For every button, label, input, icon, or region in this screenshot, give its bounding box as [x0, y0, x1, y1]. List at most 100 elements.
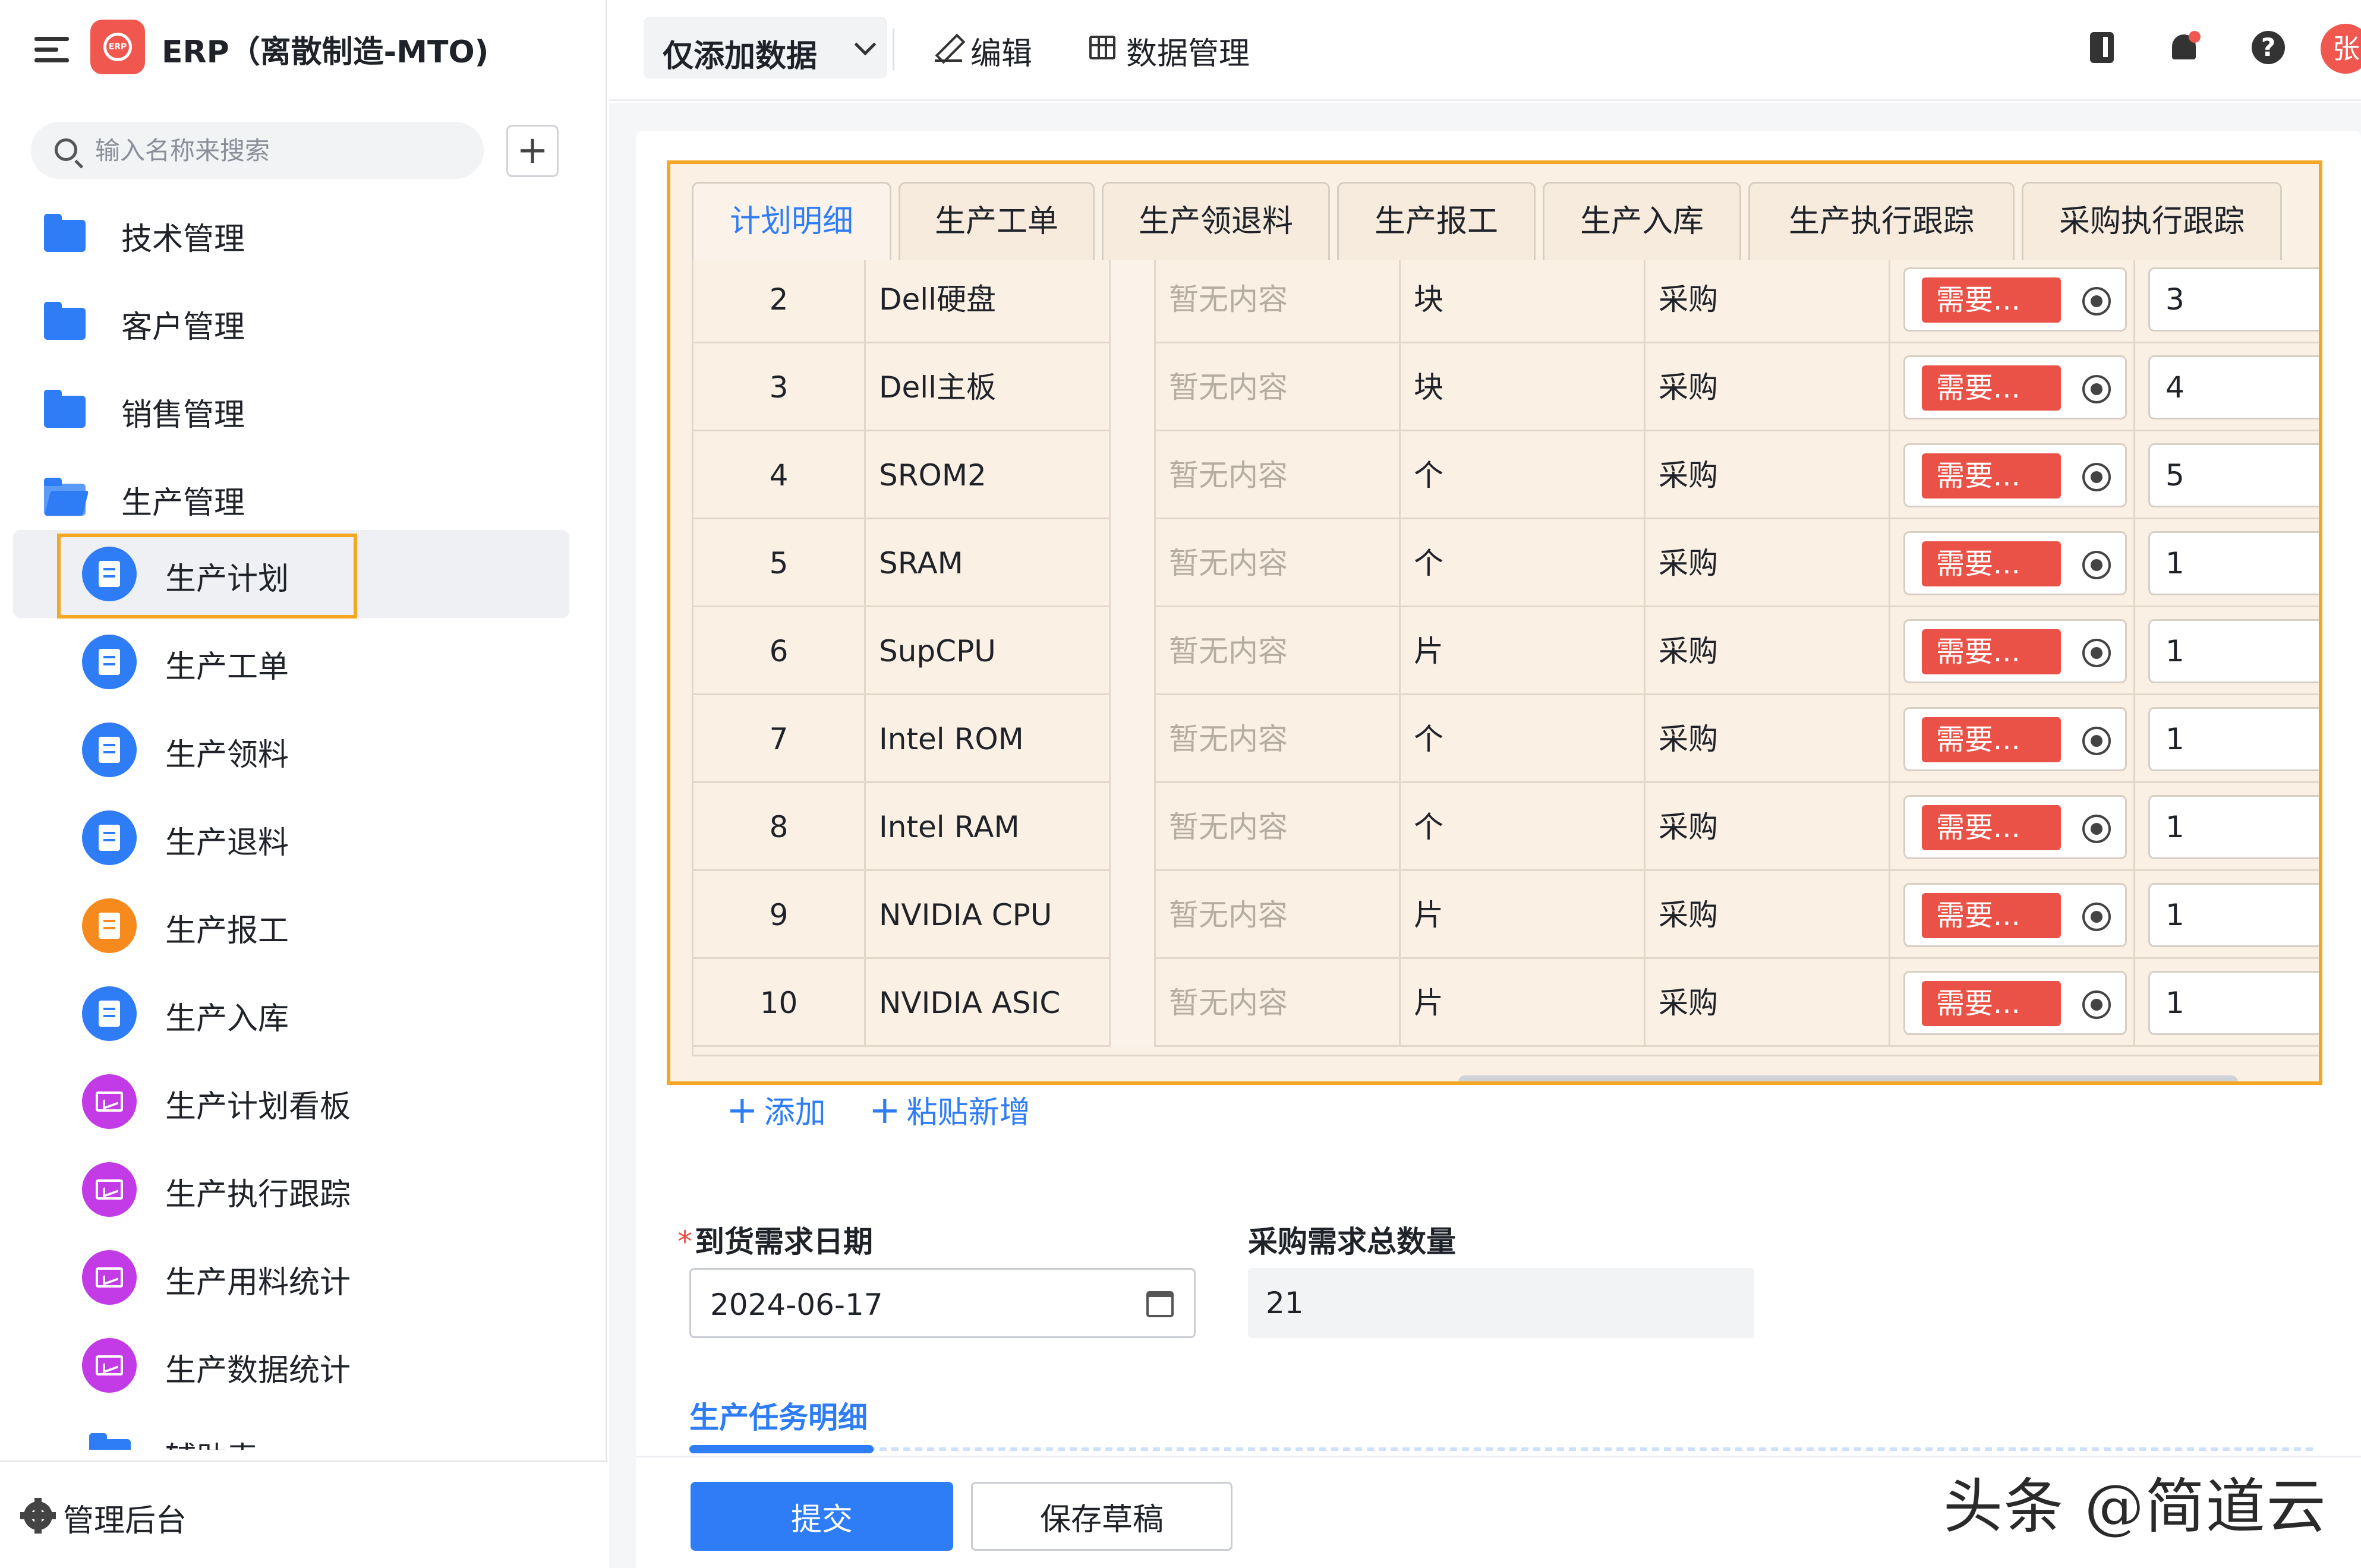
tab-plan-details[interactable]: 计划明细 [692, 182, 891, 260]
sidebar-item-execution-tracking[interactable]: 生产执行跟踪 [13, 1146, 569, 1233]
mode-select-label: 仅添加数据 [663, 39, 818, 74]
add-row-button[interactable]: + 添加 [726, 1087, 826, 1132]
tab-purchase-tracking[interactable]: 采购执行跟踪 [2022, 182, 2282, 260]
spec-cell[interactable]: 暂无内容 [1156, 783, 1401, 871]
requirement-select[interactable]: 需要... [1903, 531, 2127, 595]
tab-material-pick-return[interactable]: 生产领退料 [1102, 182, 1330, 260]
quantity-input[interactable]: 1 [2148, 619, 2319, 683]
radio-icon[interactable] [2082, 463, 2111, 491]
quantity-input[interactable]: 1 [2148, 971, 2319, 1035]
sidebar-item-label: 生产执行跟踪 [165, 1177, 351, 1213]
folder-tech[interactable]: 技术管理 [13, 190, 569, 278]
spec-cell[interactable]: 暂无内容 [1156, 871, 1401, 959]
radio-icon[interactable] [2082, 639, 2111, 667]
quantity-cell: 1 [2135, 519, 2319, 607]
tab-warehousing[interactable]: 生产入库 [1543, 182, 1741, 260]
help-icon[interactable]: ? [2252, 31, 2285, 64]
spec-cell[interactable]: 暂无内容 [1156, 695, 1401, 783]
row-number: 9 [694, 871, 866, 959]
sidebar-item-plan-board[interactable]: 生产计划看板 [13, 1058, 569, 1146]
requirement-cell: 需要... [1890, 695, 2135, 783]
radio-icon[interactable] [2082, 375, 2111, 403]
sidebar-item-material-stats[interactable]: 生产用料统计 [13, 1233, 569, 1321]
spacer-cell [1111, 871, 1156, 959]
spacer-cell [1111, 260, 1156, 343]
material-name[interactable]: NVIDIA CPU [866, 871, 1111, 959]
quantity-input[interactable]: 5 [2148, 443, 2319, 507]
quantity-cell: 1 [2135, 959, 2319, 1047]
spec-cell[interactable]: 暂无内容 [1156, 959, 1401, 1047]
spacer-cell [1111, 607, 1156, 695]
radio-icon[interactable] [2082, 551, 2111, 579]
folder-sales[interactable]: 销售管理 [13, 366, 569, 454]
quantity-input[interactable]: 1 [2148, 707, 2319, 771]
radio-icon[interactable] [2082, 990, 2111, 1019]
quantity-input[interactable]: 1 [2148, 883, 2319, 947]
book-icon[interactable] [2085, 31, 2119, 64]
radio-icon[interactable] [2082, 815, 2111, 843]
tab-work-report[interactable]: 生产报工 [1337, 182, 1536, 260]
tab-execution-tracking[interactable]: 生产执行跟踪 [1748, 182, 2015, 260]
radio-icon[interactable] [2082, 727, 2111, 755]
quantity-input[interactable]: 3 [2148, 267, 2319, 332]
search-input[interactable] [95, 132, 464, 168]
sidebar-item-warehousing[interactable]: 生产入库 [13, 970, 569, 1058]
material-name[interactable]: NVIDIA ASIC [866, 959, 1111, 1047]
material-name[interactable]: Intel RAM [866, 783, 1111, 871]
edit-button[interactable]: 编辑 [930, 26, 1049, 74]
spec-cell[interactable]: 暂无内容 [1156, 260, 1401, 343]
bell-icon[interactable] [2167, 31, 2201, 64]
unit-cell: 片 [1401, 607, 1646, 695]
spec-cell[interactable]: 暂无内容 [1156, 607, 1401, 695]
requirement-select[interactable]: 需要... [1903, 707, 2127, 771]
quantity-input[interactable]: 4 [2148, 355, 2319, 419]
material-name[interactable]: Intel ROM [866, 695, 1111, 783]
requirement-select[interactable]: 需要... [1903, 355, 2127, 419]
folder-production[interactable]: 生产管理 [13, 454, 569, 542]
submit-button[interactable]: 提交 [691, 1482, 953, 1551]
subform-table: 2 Dell硬盘 暂无内容块采购 需要... 3 3 Dell主板 暂无内容块采购 需要... 4… [692, 260, 2319, 1056]
spec-cell[interactable]: 暂无内容 [1156, 431, 1401, 519]
dashboard-icon [82, 1338, 137, 1393]
admin-footer[interactable]: 管理后台 [0, 1460, 607, 1568]
row-number: 6 [694, 607, 866, 695]
sidebar-item-data-stats[interactable]: 生产数据统计 [13, 1321, 569, 1409]
data-management-button[interactable]: 数据管理 [1086, 26, 1264, 74]
material-name[interactable]: SROM2 [866, 431, 1111, 519]
requirement-select[interactable]: 需要... [1903, 267, 2127, 332]
sidebar-item-label: 生产数据统计 [165, 1353, 351, 1389]
material-name[interactable]: Dell主板 [866, 343, 1111, 431]
quantity-input[interactable]: 1 [2148, 795, 2319, 859]
requirement-select[interactable]: 需要... [1903, 795, 2127, 859]
quantity-input[interactable]: 1 [2148, 531, 2319, 595]
radio-icon[interactable] [2082, 903, 2111, 931]
avatar[interactable]: 张 [2321, 24, 2361, 74]
horizontal-scrollbar[interactable] [1458, 1075, 2238, 1081]
radio-icon[interactable] [2082, 287, 2111, 316]
paste-add-button[interactable]: + 粘贴新增 [869, 1087, 1030, 1132]
material-name[interactable]: SRAM [866, 519, 1111, 607]
requirement-select[interactable]: 需要... [1903, 619, 2127, 683]
menu-icon[interactable] [34, 34, 70, 64]
material-name[interactable]: SupCPU [866, 607, 1111, 695]
material-name[interactable]: Dell硬盘 [866, 260, 1111, 343]
mode-select[interactable]: 仅添加数据 [644, 17, 887, 78]
add-button[interactable]: + [506, 125, 559, 177]
folder-customer[interactable]: 客户管理 [13, 278, 569, 366]
spec-cell[interactable]: 暂无内容 [1156, 343, 1401, 431]
requirement-select[interactable]: 需要... [1903, 443, 2127, 507]
arrival-date-input[interactable]: 2024-06-17 [689, 1268, 1196, 1338]
sidebar-item-material-pick[interactable]: 生产领料 [13, 706, 569, 794]
sidebar-item-work-order[interactable]: 生产工单 [13, 618, 569, 706]
save-draft-button[interactable]: 保存草稿 [971, 1482, 1232, 1551]
requirement-select[interactable]: 需要... [1903, 883, 2127, 947]
document-icon [82, 723, 137, 777]
unit-cell: 个 [1401, 783, 1646, 871]
calendar-icon[interactable] [1146, 1291, 1174, 1317]
folder-auxiliary[interactable]: 辅助表 [13, 1409, 569, 1450]
tab-work-orders[interactable]: 生产工单 [899, 182, 1095, 260]
sidebar-item-material-return[interactable]: 生产退料 [13, 794, 569, 882]
spec-cell[interactable]: 暂无内容 [1156, 519, 1401, 607]
sidebar-item-work-report[interactable]: 生产报工 [13, 882, 569, 970]
requirement-select[interactable]: 需要... [1903, 971, 2127, 1035]
